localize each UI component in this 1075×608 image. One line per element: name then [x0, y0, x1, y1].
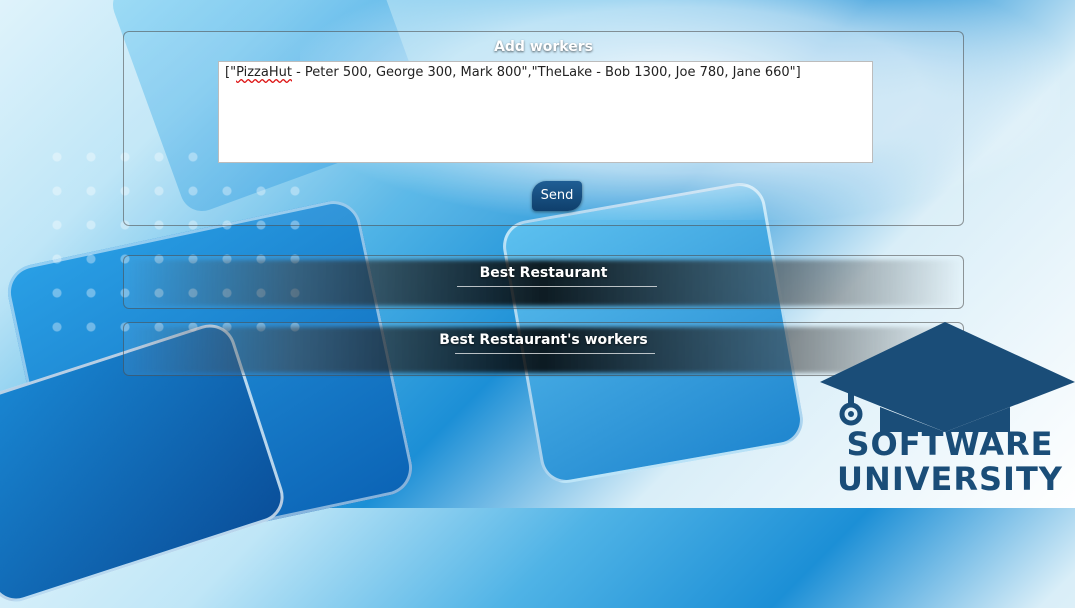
textarea-text-rest: - Peter 500, George 300, Mark 800","TheL… [291, 65, 801, 80]
send-button[interactable]: Send [532, 181, 582, 211]
title-underline [455, 353, 655, 354]
add-workers-panel: Add workers ["PizzaHut - Peter 500, Geor… [123, 31, 964, 226]
title-underline [457, 286, 657, 287]
logo-text-university: UNIVERSITY [837, 460, 1063, 498]
textarea-text-start: [" [225, 65, 237, 80]
best-restaurant-panel: Best Restaurant [123, 255, 964, 309]
best-restaurant-title: Best Restaurant [479, 265, 608, 281]
logo-text-software: SOFTWARE [846, 425, 1054, 463]
textarea-misspelled-word: PizzaHut [236, 65, 292, 80]
add-workers-title: Add workers [494, 39, 593, 55]
background-tile [2, 195, 418, 565]
workers-input-textarea[interactable]: ["PizzaHut - Peter 500, George 300, Mark… [218, 61, 873, 163]
